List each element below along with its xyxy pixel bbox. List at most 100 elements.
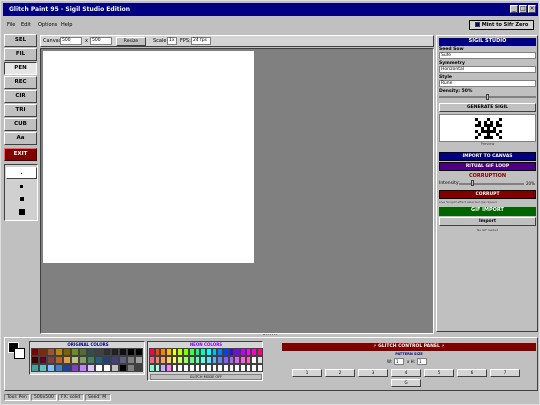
canvas-height-input[interactable]: 500	[90, 37, 112, 45]
pattern-height-input[interactable]: 1	[417, 358, 427, 365]
color-swatch[interactable]	[71, 364, 79, 372]
color-swatch[interactable]	[87, 348, 95, 356]
color-swatch[interactable]	[257, 348, 263, 356]
color-swatch[interactable]	[55, 348, 63, 356]
color-swatch[interactable]	[135, 356, 143, 364]
glitch-button-2[interactable]: 2	[325, 369, 355, 377]
color-swatch[interactable]	[71, 356, 79, 364]
color-swatch[interactable]	[119, 364, 127, 372]
drawing-canvas[interactable]	[43, 51, 254, 263]
theme-button[interactable]: Mint to Sifr Zero	[469, 20, 534, 30]
color-swatch[interactable]	[39, 356, 47, 364]
intensity-slider-track[interactable]	[459, 183, 524, 185]
color-swatch[interactable]	[71, 348, 79, 356]
maximize-button[interactable]: □	[519, 5, 527, 13]
color-swatch[interactable]	[55, 364, 63, 372]
pattern-width-input[interactable]: 1	[394, 358, 404, 365]
menu-file[interactable]: File	[7, 22, 15, 28]
brush-size-1[interactable]	[6, 167, 37, 179]
color-swatch[interactable]	[63, 348, 71, 356]
color-swatch[interactable]	[135, 348, 143, 356]
color-swatch[interactable]	[127, 364, 135, 372]
color-swatch[interactable]	[87, 364, 95, 372]
color-swatch[interactable]	[47, 348, 55, 356]
glitch-button-7[interactable]: 7	[490, 369, 520, 377]
tool-circle[interactable]: CIR	[4, 90, 37, 103]
import-to-canvas-button[interactable]: IMPORT TO CANVAS	[439, 152, 536, 161]
color-swatch[interactable]	[119, 356, 127, 364]
scale-select[interactable]: 1x	[167, 37, 177, 45]
style-select[interactable]: Rune	[439, 80, 536, 87]
color-swatch[interactable]	[47, 356, 55, 364]
color-swatch[interactable]	[79, 348, 87, 356]
color-swatch[interactable]	[31, 364, 39, 372]
color-swatch[interactable]	[95, 348, 103, 356]
color-swatch[interactable]	[31, 348, 39, 356]
canvas-workspace	[40, 48, 434, 334]
color-swatch[interactable]	[111, 364, 119, 372]
glitch-button-3[interactable]: 3	[358, 369, 388, 377]
color-swatch[interactable]	[135, 364, 143, 372]
menu-help[interactable]: Help	[61, 22, 72, 28]
pattern-w-label: W:	[387, 359, 393, 364]
color-picker[interactable]	[8, 342, 26, 360]
color-swatch[interactable]	[127, 356, 135, 364]
color-swatch[interactable]	[87, 356, 95, 364]
intensity-slider-thumb[interactable]	[471, 180, 475, 186]
color-swatch[interactable]	[31, 356, 39, 364]
color-swatch[interactable]	[103, 356, 111, 364]
symmetry-select[interactable]: Horizontal	[439, 66, 536, 73]
resize-button[interactable]: Resize	[116, 37, 146, 46]
color-swatch[interactable]	[55, 356, 63, 364]
exit-button[interactable]: EXIT	[4, 148, 37, 161]
resize-grip[interactable]	[263, 334, 277, 336]
ritual-gif-loop-button[interactable]: RITUAL GIF LOOP	[439, 162, 536, 171]
color-swatch[interactable]	[79, 356, 87, 364]
menu-options[interactable]: Options	[38, 22, 57, 28]
tool-fill[interactable]: FIL	[4, 48, 37, 61]
color-swatch[interactable]	[39, 348, 47, 356]
color-swatch[interactable]	[111, 356, 119, 364]
tool-cube[interactable]: CUB	[4, 118, 37, 131]
color-swatch[interactable]	[103, 364, 111, 372]
menu-edit[interactable]: Edit	[21, 22, 31, 28]
brush-size-3[interactable]	[6, 193, 37, 205]
color-swatch[interactable]	[79, 364, 87, 372]
color-swatch[interactable]	[127, 348, 135, 356]
color-swatch[interactable]	[257, 364, 263, 372]
fps-select[interactable]: 24 fps	[191, 37, 211, 45]
glitch-button-1[interactable]: 1	[292, 369, 322, 377]
tool-select[interactable]: SEL	[4, 34, 37, 47]
density-slider-thumb[interactable]	[486, 94, 489, 100]
canvas-width-input[interactable]: 500	[60, 37, 82, 45]
secondary-color-swatch[interactable]	[14, 348, 25, 359]
tool-text[interactable]: Aa	[4, 132, 37, 145]
tool-triangle[interactable]: TRI	[4, 104, 37, 117]
color-swatch[interactable]	[103, 348, 111, 356]
color-swatch[interactable]	[95, 356, 103, 364]
minimize-button[interactable]: _	[510, 5, 518, 13]
close-button[interactable]: ×	[528, 5, 536, 13]
brush-size-2[interactable]	[6, 180, 37, 192]
glitch-button-4[interactable]: 4	[391, 369, 421, 377]
brush-size-4[interactable]	[6, 206, 37, 218]
glitch-button-5[interactable]: 5	[424, 369, 454, 377]
tool-rectangle[interactable]: REC	[4, 76, 37, 89]
seed-input[interactable]: Sufe	[439, 52, 536, 59]
color-swatch[interactable]	[63, 356, 71, 364]
generate-sigil-button[interactable]: GENERATE SIGIL	[439, 103, 536, 112]
color-swatch[interactable]	[63, 364, 71, 372]
color-swatch[interactable]	[39, 364, 47, 372]
color-swatch[interactable]	[111, 348, 119, 356]
color-swatch[interactable]	[47, 364, 55, 372]
gif-import-button[interactable]: Import	[439, 217, 536, 226]
color-swatch[interactable]	[257, 356, 263, 364]
tool-pen[interactable]: PEN	[4, 62, 37, 75]
corrupt-button[interactable]: CORRUPT	[439, 190, 536, 199]
color-swatch[interactable]	[119, 348, 127, 356]
glitch-mode-toggle[interactable]: GLITCH MODE OFF	[150, 374, 262, 380]
glitch-button-8[interactable]: G	[391, 379, 421, 387]
title-bar[interactable]: Glitch Paint 95 - Sigil Studio Edition _…	[3, 3, 538, 16]
glitch-button-6[interactable]: 6	[457, 369, 487, 377]
color-swatch[interactable]	[95, 364, 103, 372]
